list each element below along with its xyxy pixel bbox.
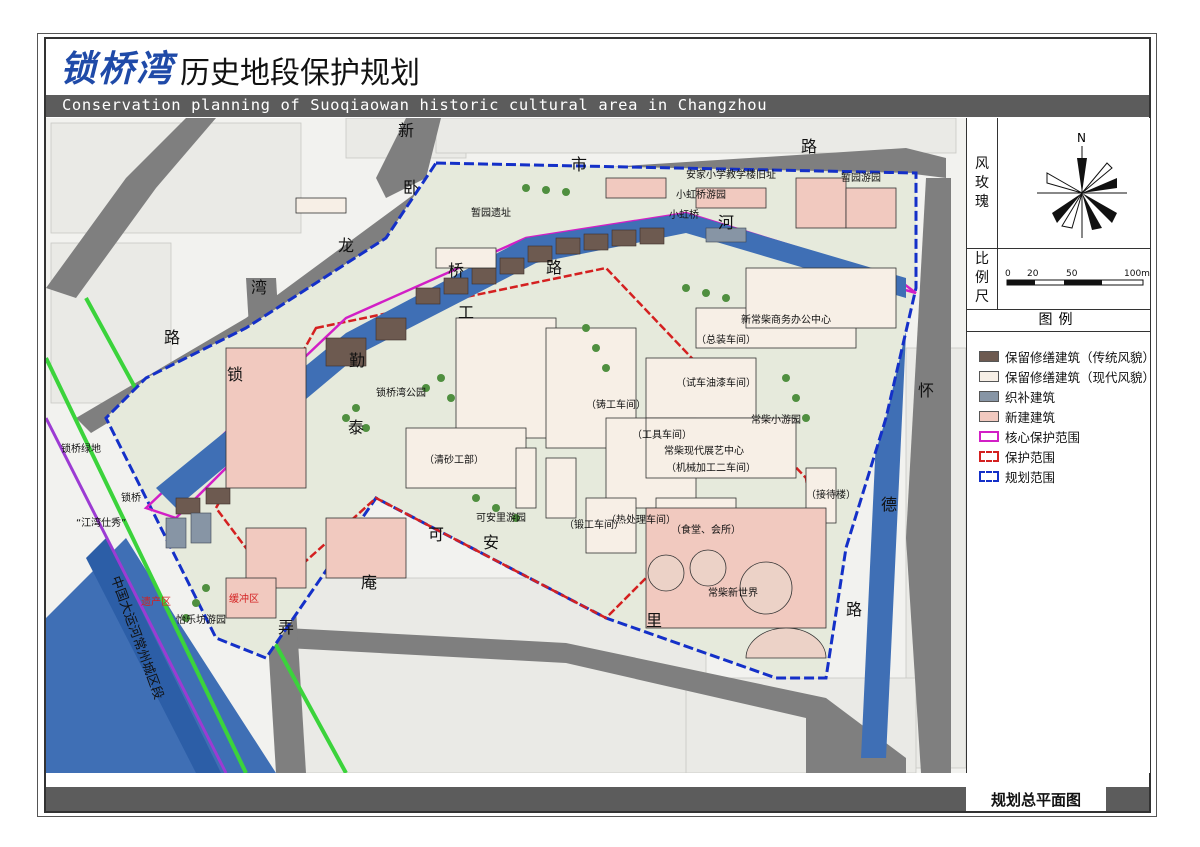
label-zanyuan2: 暂园遗址 (471, 206, 511, 219)
legend-label: 保护范围 (1005, 449, 1056, 465)
label-huanchong-zone: 缓冲区 (229, 592, 259, 605)
map-sidebar: 风 玫 瑰 N 比 例 尺 0 20 50 100m 图例 保留修缮建筑（传统风… (966, 118, 1155, 773)
road-suoqin-2: 勤 (349, 351, 365, 370)
wind-rose-label: 风 玫 瑰 (967, 118, 998, 248)
road-xinshi-2: 市 (571, 155, 587, 174)
road-qiaogong-1: 桥 (448, 261, 464, 280)
wind-rose-char: 瑰 (975, 193, 989, 210)
legend-item: 织补建筑 (979, 388, 1056, 405)
legend-item: 保护范围 (979, 448, 1056, 465)
label-office-center: 新常柴商务办公中心 (741, 313, 831, 326)
north-label: N (1077, 131, 1086, 145)
road-wolong-1: 卧 (403, 178, 419, 197)
label-xiaohong-garden: 小虹桥游园 (676, 188, 726, 201)
legend-label: 核心保护范围 (1005, 429, 1081, 445)
scale-char: 尺 (975, 289, 989, 305)
scale-tick: 100m (1124, 269, 1150, 279)
subtitle: Conservation planning of Suoqiaowan hist… (62, 96, 768, 114)
legend-item: 核心保护范围 (979, 428, 1081, 445)
label-canteen: （食堂、会所） (671, 523, 741, 536)
wind-rose-panel: 风 玫 瑰 N (967, 118, 1150, 249)
label-wanqiao: 锁桥 (121, 491, 141, 504)
road-kean-3: 里 (646, 611, 662, 630)
plan-map-svg: 新 市 路 卧 龙 湾 路 怀 德 路 锁 勤 泰 可 安 里 庵 弄 桥 工 … (46, 118, 966, 773)
legend-swatch (979, 390, 999, 402)
title-main: 历史地段保护规划 (180, 56, 421, 91)
legend-item: 规划范围 (979, 468, 1056, 485)
bottom-label: 规划总平面图 (990, 791, 1081, 809)
legend-swatch (979, 410, 999, 422)
legend-item: 保留修缮建筑（现代风貌） (979, 368, 1156, 385)
road-xinshi-1: 新 (398, 121, 414, 140)
page-title: 锁桥湾 历史地段保护规划 (60, 48, 421, 92)
label-changchai-garden: 常柴小游园 (751, 413, 801, 426)
wind-rose-char: 风 (975, 155, 989, 172)
road-wolong-4: 路 (164, 328, 180, 347)
label-guest: （接待楼） (806, 488, 856, 501)
legend-label: 织补建筑 (1005, 389, 1056, 405)
label-cast: （铸工车间） (586, 398, 646, 411)
plan-map[interactable]: 新 市 路 卧 龙 湾 路 怀 德 路 锁 勤 泰 可 安 里 庵 弄 桥 工 … (46, 118, 966, 773)
legend-item: 保留修缮建筑（传统风貌） (979, 348, 1156, 365)
scale-panel: 比 例 尺 0 20 50 100m (967, 248, 1150, 310)
scale-char: 比 (975, 251, 989, 267)
road-huaide-3: 路 (846, 600, 862, 619)
label-fine-garden: 怡乐坊游园 (176, 613, 226, 626)
label-zanyuan: 暂园游园 (841, 171, 881, 184)
legend-label: 保留修缮建筑（现代风貌） (1005, 369, 1156, 385)
label-kean-garden: 可安里游园 (476, 511, 526, 524)
title-brand: 锁桥湾 (60, 48, 175, 90)
legend-swatch (979, 350, 999, 362)
road-wolong-2: 龙 (338, 236, 354, 255)
road-huaide-1: 怀 (918, 381, 934, 400)
legend-swatch (979, 450, 999, 462)
label-tool: （工具车间） (632, 428, 692, 441)
label-suoqiao-park: 锁桥湾公园 (376, 386, 426, 399)
road-suoqin-3: 泰 (348, 418, 364, 437)
road-suoqin-1: 锁 (227, 365, 243, 384)
label-trial: （试车油漆车间） (676, 376, 756, 389)
label-exhibit: 常柴现代展艺中心 (664, 444, 744, 457)
road-gongyan-2: 弄 (278, 618, 294, 637)
scale-char: 例 (975, 270, 989, 286)
canal-he: 河 (718, 213, 734, 232)
road-wolong-3: 湾 (251, 278, 267, 297)
label-yichan-zone: 遗产区 (141, 595, 171, 608)
wind-rose-icon: N (1037, 131, 1127, 238)
label-xiaohong-bridge: 小虹桥 (669, 209, 699, 221)
legend-label: 保留修缮建筑（传统风貌） (1005, 349, 1156, 365)
legend-title: 图例 (967, 309, 1150, 332)
legend-label: 新建建筑 (1005, 409, 1056, 425)
label-suoqiao-pavilion: 锁桥绿地 (61, 442, 101, 455)
scale-tick: 20 (1027, 269, 1039, 279)
wind-rose-char: 玫 (975, 174, 989, 191)
legend-label: 规划范围 (1005, 469, 1056, 485)
label-new-world: 常柴新世界 (708, 586, 758, 599)
scale-label: 比 例 尺 (967, 248, 998, 309)
label-heat: （热处理车间） (606, 513, 676, 526)
road-xinshi-3: 路 (801, 137, 817, 156)
road-gongyan-1: 庵 (361, 573, 377, 592)
label-jiangyinggui: “江湾仕秀” (76, 516, 126, 529)
legend-swatch (979, 370, 999, 382)
legend-item: 新建建筑 (979, 408, 1056, 425)
legend-swatch (979, 470, 999, 482)
scale-tick: 50 (1066, 269, 1078, 279)
road-kean-2: 安 (483, 533, 499, 552)
label-machine: （机械加工二车间） (666, 461, 756, 474)
road-huaide-2: 德 (881, 495, 897, 514)
label-sand: （清砂工部） (424, 453, 484, 466)
label-assembly: （总装车间） (696, 333, 756, 346)
road-qiaogong-2: 工 (458, 303, 474, 322)
scale-tick: 0 (1005, 269, 1011, 279)
road-kean-1: 可 (428, 525, 444, 544)
label-anjia-school: 安家小学教学楼旧址 (686, 168, 776, 181)
road-qiaogong-3: 路 (546, 258, 562, 277)
legend-swatch (979, 430, 999, 442)
